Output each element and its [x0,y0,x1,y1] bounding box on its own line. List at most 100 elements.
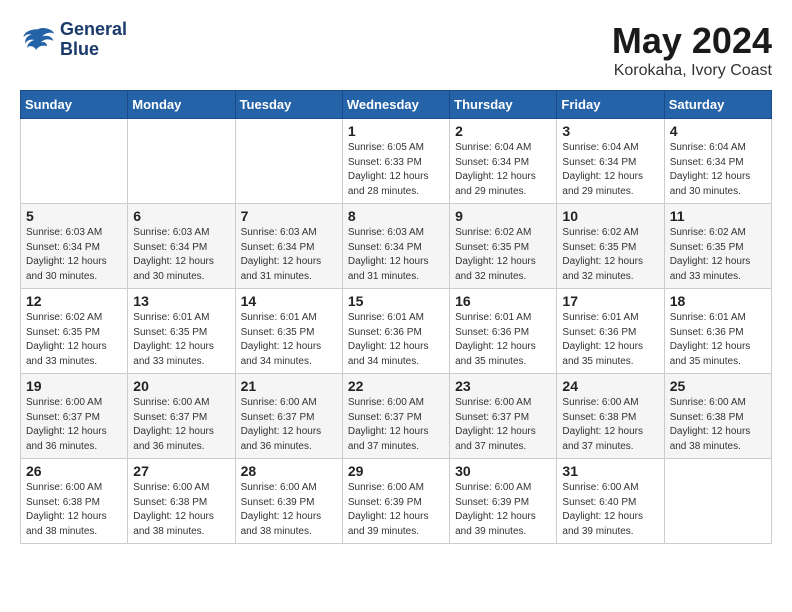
day-number: 23 [455,378,551,394]
calendar-cell: 23 Sunrise: 6:00 AM Sunset: 6:37 PM Dayli… [450,374,557,459]
day-info: Sunrise: 6:00 AM Sunset: 6:39 PM Dayligh… [348,481,444,539]
logo-line2: Blue [60,40,127,60]
calendar-cell: 12 Sunrise: 6:02 AM Sunset: 6:35 PM Dayli… [21,289,128,374]
day-info: Sunrise: 6:04 AM Sunset: 6:34 PM Dayligh… [670,141,766,199]
day-info: Sunrise: 6:04 AM Sunset: 6:34 PM Dayligh… [455,141,551,199]
calendar-cell: 9 Sunrise: 6:02 AM Sunset: 6:35 PM Daylig… [450,204,557,289]
day-number: 8 [348,208,444,224]
day-info: Sunrise: 6:03 AM Sunset: 6:34 PM Dayligh… [133,226,229,284]
day-number: 20 [133,378,229,394]
calendar-week-row: 19 Sunrise: 6:00 AM Sunset: 6:37 PM Dayli… [21,374,772,459]
day-number: 9 [455,208,551,224]
calendar-cell: 22 Sunrise: 6:00 AM Sunset: 6:37 PM Dayli… [342,374,449,459]
day-number: 16 [455,293,551,309]
day-info: Sunrise: 6:02 AM Sunset: 6:35 PM Dayligh… [455,226,551,284]
calendar-cell [235,119,342,204]
day-number: 18 [670,293,766,309]
day-info: Sunrise: 6:02 AM Sunset: 6:35 PM Dayligh… [26,311,122,369]
day-info: Sunrise: 6:00 AM Sunset: 6:38 PM Dayligh… [562,396,658,454]
calendar-table: SundayMondayTuesdayWednesdayThursdayFrid… [20,90,772,544]
day-number: 19 [26,378,122,394]
day-info: Sunrise: 6:05 AM Sunset: 6:33 PM Dayligh… [348,141,444,199]
day-number: 4 [670,123,766,139]
day-number: 10 [562,208,658,224]
page-header: General Blue May 2024 Korokaha, Ivory Co… [20,20,772,80]
calendar-week-row: 12 Sunrise: 6:02 AM Sunset: 6:35 PM Dayli… [21,289,772,374]
calendar-cell: 16 Sunrise: 6:01 AM Sunset: 6:36 PM Dayli… [450,289,557,374]
calendar-cell: 17Sunrise: 6:01 AM Sunset: 6:36 PM Dayli… [557,289,664,374]
calendar-cell: 25Sunrise: 6:00 AM Sunset: 6:38 PM Dayli… [664,374,771,459]
day-info: Sunrise: 6:01 AM Sunset: 6:36 PM Dayligh… [670,311,766,369]
weekday-header-row: SundayMondayTuesdayWednesdayThursdayFrid… [21,91,772,119]
calendar-cell: 30Sunrise: 6:00 AM Sunset: 6:39 PM Dayli… [450,459,557,544]
calendar-cell: 31Sunrise: 6:00 AM Sunset: 6:40 PM Dayli… [557,459,664,544]
day-number: 24 [562,378,658,394]
day-info: Sunrise: 6:01 AM Sunset: 6:35 PM Dayligh… [241,311,337,369]
calendar-cell: 3 Sunrise: 6:04 AM Sunset: 6:34 PM Daylig… [557,119,664,204]
calendar-cell: 2 Sunrise: 6:04 AM Sunset: 6:34 PM Daylig… [450,119,557,204]
calendar-cell: 5 Sunrise: 6:03 AM Sunset: 6:34 PM Daylig… [21,204,128,289]
calendar-cell: 26Sunrise: 6:00 AM Sunset: 6:38 PM Dayli… [21,459,128,544]
day-number: 31 [562,463,658,479]
day-info: Sunrise: 6:04 AM Sunset: 6:34 PM Dayligh… [562,141,658,199]
calendar-cell: 8Sunrise: 6:03 AM Sunset: 6:34 PM Daylig… [342,204,449,289]
calendar-cell: 19 Sunrise: 6:00 AM Sunset: 6:37 PM Dayli… [21,374,128,459]
weekday-header: Wednesday [342,91,449,119]
day-number: 12 [26,293,122,309]
calendar-cell [21,119,128,204]
day-number: 7 [241,208,337,224]
day-info: Sunrise: 6:00 AM Sunset: 6:38 PM Dayligh… [133,481,229,539]
logo-line1: General [60,20,127,40]
calendar-cell: 14 Sunrise: 6:01 AM Sunset: 6:35 PM Dayli… [235,289,342,374]
day-number: 3 [562,123,658,139]
weekday-header: Monday [128,91,235,119]
day-info: Sunrise: 6:02 AM Sunset: 6:35 PM Dayligh… [562,226,658,284]
calendar-cell: 18 Sunrise: 6:01 AM Sunset: 6:36 PM Dayli… [664,289,771,374]
day-info: Sunrise: 6:01 AM Sunset: 6:36 PM Dayligh… [562,311,658,369]
day-info: Sunrise: 6:00 AM Sunset: 6:37 PM Dayligh… [133,396,229,454]
calendar-cell: 6Sunrise: 6:03 AM Sunset: 6:34 PM Daylig… [128,204,235,289]
calendar-cell [664,459,771,544]
day-number: 1 [348,123,444,139]
logo-icon [20,24,56,56]
day-info: Sunrise: 6:01 AM Sunset: 6:35 PM Dayligh… [133,311,229,369]
weekday-header: Friday [557,91,664,119]
logo: General Blue [20,20,127,60]
day-number: 21 [241,378,337,394]
calendar-cell: 10 Sunrise: 6:02 AM Sunset: 6:35 PM Dayli… [557,204,664,289]
weekday-header: Saturday [664,91,771,119]
day-number: 5 [26,208,122,224]
day-number: 27 [133,463,229,479]
calendar-cell: 11Sunrise: 6:02 AM Sunset: 6:35 PM Dayli… [664,204,771,289]
calendar-cell: 24 Sunrise: 6:00 AM Sunset: 6:38 PM Dayli… [557,374,664,459]
day-number: 29 [348,463,444,479]
calendar-week-row: 26 Sunrise: 6:00 AM Sunset: 6:38 PM Dayli… [21,459,772,544]
day-number: 2 [455,123,551,139]
day-number: 28 [241,463,337,479]
day-info: Sunrise: 6:00 AM Sunset: 6:37 PM Dayligh… [455,396,551,454]
calendar-cell: 4 Sunrise: 6:04 AM Sunset: 6:34 PM Daylig… [664,119,771,204]
calendar-cell: 29 Sunrise: 6:00 AM Sunset: 6:39 PM Dayli… [342,459,449,544]
day-info: Sunrise: 6:00 AM Sunset: 6:37 PM Dayligh… [241,396,337,454]
day-info: Sunrise: 6:00 AM Sunset: 6:37 PM Dayligh… [348,396,444,454]
calendar-cell: 13 Sunrise: 6:01 AM Sunset: 6:35 PM Dayli… [128,289,235,374]
day-info: Sunrise: 6:01 AM Sunset: 6:36 PM Dayligh… [348,311,444,369]
day-number: 11 [670,208,766,224]
day-info: Sunrise: 6:00 AM Sunset: 6:39 PM Dayligh… [241,481,337,539]
day-number: 26 [26,463,122,479]
weekday-header: Sunday [21,91,128,119]
day-number: 22 [348,378,444,394]
calendar-cell: 27 Sunrise: 6:00 AM Sunset: 6:38 PM Dayli… [128,459,235,544]
day-info: Sunrise: 6:01 AM Sunset: 6:36 PM Dayligh… [455,311,551,369]
day-info: Sunrise: 6:03 AM Sunset: 6:34 PM Dayligh… [26,226,122,284]
day-info: Sunrise: 6:00 AM Sunset: 6:37 PM Dayligh… [26,396,122,454]
day-number: 30 [455,463,551,479]
calendar-cell [128,119,235,204]
day-number: 15 [348,293,444,309]
calendar-week-row: 5 Sunrise: 6:03 AM Sunset: 6:34 PM Daylig… [21,204,772,289]
day-number: 13 [133,293,229,309]
day-number: 14 [241,293,337,309]
calendar-cell: 15 Sunrise: 6:01 AM Sunset: 6:36 PM Dayli… [342,289,449,374]
month-title: May 2024 [612,20,772,62]
title-section: May 2024 Korokaha, Ivory Coast [612,20,772,80]
